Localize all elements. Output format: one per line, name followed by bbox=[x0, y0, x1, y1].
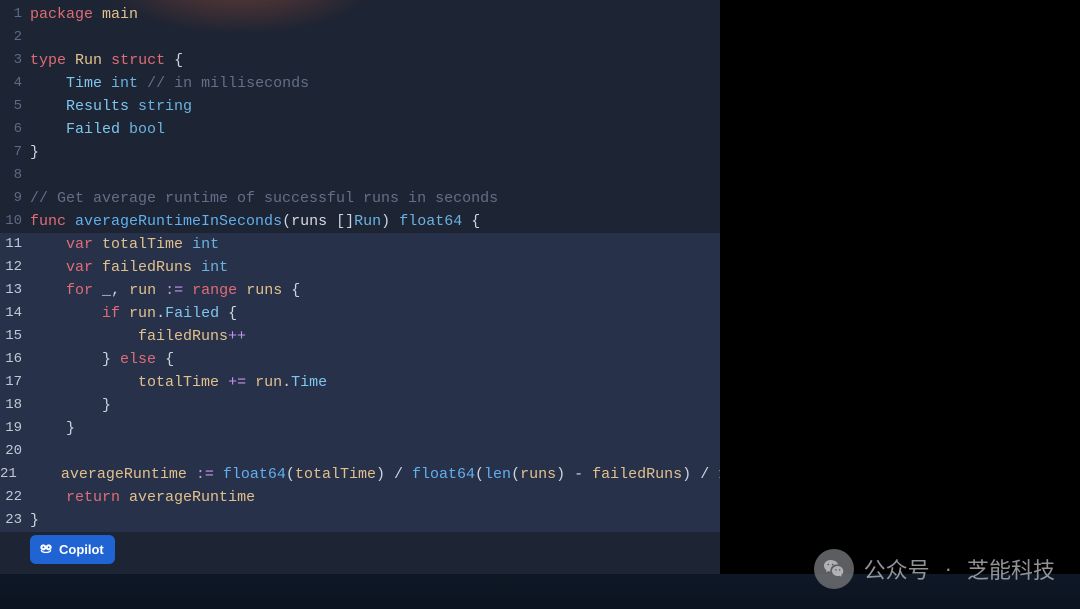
code-content[interactable]: package main bbox=[30, 3, 720, 26]
line-number: 13 bbox=[0, 279, 30, 302]
line-number: 4 bbox=[0, 72, 30, 95]
copilot-icon bbox=[38, 540, 54, 559]
code-content[interactable]: Failed bool bbox=[30, 118, 720, 141]
line-number: 14 bbox=[0, 302, 30, 325]
code-line[interactable]: 22 return averageRuntime bbox=[0, 486, 720, 509]
code-line[interactable]: 8 bbox=[0, 164, 720, 187]
watermark-label: 公众号 bbox=[864, 553, 930, 585]
code-line[interactable]: 7} bbox=[0, 141, 720, 164]
line-number: 18 bbox=[0, 394, 30, 417]
line-number: 23 bbox=[0, 509, 30, 532]
code-content[interactable]: if run.Failed { bbox=[30, 302, 720, 325]
line-number: 12 bbox=[0, 256, 30, 279]
line-number: 8 bbox=[0, 164, 30, 187]
code-line[interactable]: 12 var failedRuns int bbox=[0, 256, 720, 279]
code-line[interactable]: 4 Time int // in milliseconds bbox=[0, 72, 720, 95]
editor-pane: 1package main23type Run struct {4 Time i… bbox=[0, 0, 720, 609]
code-content[interactable]: totalTime += run.Time bbox=[30, 371, 720, 394]
watermark-sep: · bbox=[940, 556, 957, 582]
code-line[interactable]: 17 totalTime += run.Time bbox=[0, 371, 720, 394]
code-content[interactable]: } bbox=[30, 417, 720, 440]
line-number: 6 bbox=[0, 118, 30, 141]
line-number: 17 bbox=[0, 371, 30, 394]
code-line[interactable]: 11 var totalTime int bbox=[0, 233, 720, 256]
line-number: 19 bbox=[0, 417, 30, 440]
code-content[interactable]: } bbox=[30, 394, 720, 417]
line-number: 7 bbox=[0, 141, 30, 164]
code-content[interactable]: } else { bbox=[30, 348, 720, 371]
code-line[interactable]: 10func averageRuntimeInSeconds(runs []Ru… bbox=[0, 210, 720, 233]
code-content[interactable]: return averageRuntime bbox=[30, 486, 720, 509]
code-line[interactable]: 16 } else { bbox=[0, 348, 720, 371]
line-number: 2 bbox=[0, 26, 30, 49]
line-number: 1 bbox=[0, 3, 30, 26]
code-line[interactable]: 23} bbox=[0, 509, 720, 532]
code-content[interactable]: } bbox=[30, 509, 720, 532]
code-line[interactable]: 9// Get average runtime of successful ru… bbox=[0, 187, 720, 210]
code-content[interactable]: var totalTime int bbox=[30, 233, 720, 256]
code-line[interactable]: 21 averageRuntime := float64(totalTime) … bbox=[0, 463, 720, 486]
code-line[interactable]: 2 bbox=[0, 26, 720, 49]
code-line[interactable]: 3type Run struct { bbox=[0, 49, 720, 72]
line-number: 9 bbox=[0, 187, 30, 210]
line-number: 10 bbox=[0, 210, 30, 233]
code-line[interactable]: 14 if run.Failed { bbox=[0, 302, 720, 325]
code-content[interactable]: type Run struct { bbox=[30, 49, 720, 72]
line-number: 22 bbox=[0, 486, 30, 509]
right-panel bbox=[720, 0, 1080, 609]
code-content[interactable]: Results string bbox=[30, 95, 720, 118]
code-line[interactable]: 20 bbox=[0, 440, 720, 463]
line-number: 20 bbox=[0, 440, 30, 463]
code-content[interactable]: failedRuns++ bbox=[30, 325, 720, 348]
code-line[interactable]: 13 for _, run := range runs { bbox=[0, 279, 720, 302]
code-content[interactable]: Time int // in milliseconds bbox=[30, 72, 720, 95]
line-number: 5 bbox=[0, 95, 30, 118]
code-content[interactable]: } bbox=[30, 141, 720, 164]
copilot-label: Copilot bbox=[59, 542, 104, 557]
code-line[interactable]: 19 } bbox=[0, 417, 720, 440]
code-line[interactable]: 5 Results string bbox=[0, 95, 720, 118]
code-content[interactable]: var failedRuns int bbox=[30, 256, 720, 279]
line-number: 21 bbox=[0, 463, 25, 486]
code-content[interactable]: // Get average runtime of successful run… bbox=[30, 187, 720, 210]
code-line[interactable]: 1package main bbox=[0, 3, 720, 26]
code-line[interactable]: 6 Failed bool bbox=[0, 118, 720, 141]
watermark-name: 芝能科技 bbox=[967, 553, 1055, 585]
line-number: 16 bbox=[0, 348, 30, 371]
line-number: 11 bbox=[0, 233, 30, 256]
wechat-icon bbox=[814, 549, 854, 589]
code-content[interactable]: func averageRuntimeInSeconds(runs []Run)… bbox=[30, 210, 720, 233]
code-content[interactable]: averageRuntime := float64(totalTime) / f… bbox=[25, 463, 720, 486]
code-content[interactable]: for _, run := range runs { bbox=[30, 279, 720, 302]
code-line[interactable]: 15 failedRuns++ bbox=[0, 325, 720, 348]
line-number: 15 bbox=[0, 325, 30, 348]
code-line[interactable]: 18 } bbox=[0, 394, 720, 417]
code-area[interactable]: 1package main23type Run struct {4 Time i… bbox=[0, 0, 720, 532]
copilot-badge[interactable]: Copilot bbox=[30, 535, 115, 564]
line-number: 3 bbox=[0, 49, 30, 72]
watermark: 公众号 · 芝能科技 bbox=[814, 549, 1055, 589]
